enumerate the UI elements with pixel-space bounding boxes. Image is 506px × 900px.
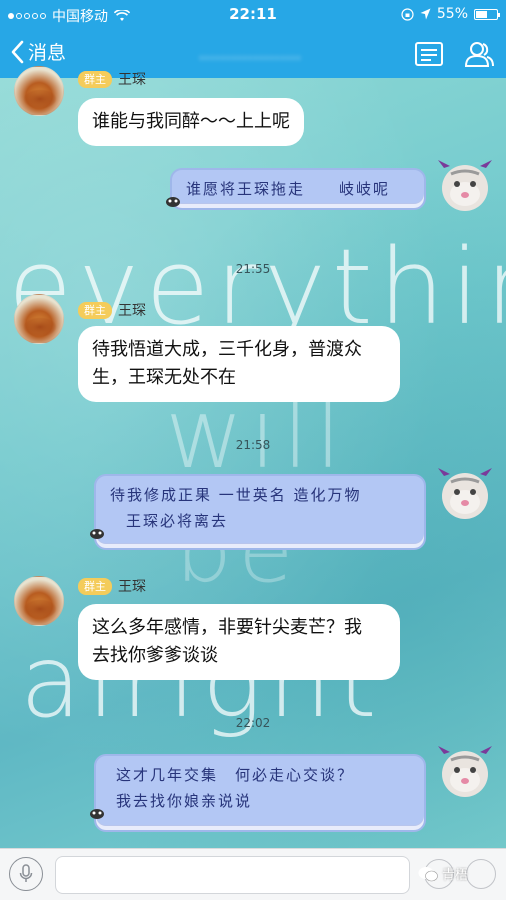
message-list[interactable]: 群主 王琛 谁能与我同醉～～上上呢 谁愿将王琛拖走 岐岐呢 21:55 群主 王… [0, 66, 506, 848]
avatar[interactable] [14, 294, 64, 344]
message-bubble[interactable]: 待我悟道大成，三千化身，普渡众 生，王琛无处不在 [78, 326, 400, 402]
message-text-line: 待我修成正果 一世英名 造化万物 [110, 486, 362, 504]
owner-badge: 群主 [78, 70, 112, 88]
battery-fill [476, 10, 487, 18]
message-text: 谁愿将王琛拖走 岐岐呢 [186, 180, 391, 198]
sender-name: 王琛 [118, 579, 146, 595]
chat-title: ................... [198, 44, 302, 64]
sender-name: 王琛 [118, 72, 146, 88]
message-text-line: 去找你爹爹谈谈 [92, 645, 218, 666]
watermark-text: 青梧 [442, 868, 469, 883]
message-text-line: 待我悟道大成，三千化身，普渡众 [92, 339, 362, 360]
message-text-line: 我去找你娘亲说说 [116, 792, 253, 810]
back-button[interactable]: 消息 [10, 38, 66, 65]
bubble-decoration-icon [90, 529, 104, 539]
avatar[interactable] [14, 66, 64, 116]
voice-button[interactable] [9, 857, 43, 891]
nav-bar: 消息 ................... [0, 30, 506, 78]
cat-avatar[interactable] [436, 746, 494, 798]
wechat-icon [418, 866, 438, 881]
message-bubble[interactable]: 这才几年交集 何必走心交谈？ 我去找你娘亲说说 [94, 754, 426, 832]
watermark: 青梧 [418, 864, 468, 883]
message-text-line: 这才几年交集 何必走心交谈？ [116, 766, 355, 784]
battery-icon [474, 8, 500, 20]
timestamp: 21:55 [235, 262, 271, 276]
cat-avatar[interactable] [436, 468, 494, 520]
chevron-left-icon [11, 40, 24, 63]
message-bubble[interactable]: 这么多年感情，非要针尖麦芒？我 去找你爹爹谈谈 [78, 604, 400, 680]
status-right: 55% [401, 6, 500, 22]
avatar[interactable] [14, 576, 64, 626]
back-label: 消息 [28, 42, 67, 64]
bubble-decoration-icon [90, 809, 104, 819]
message-input[interactable] [55, 856, 410, 894]
owner-badge: 群主 [78, 301, 112, 319]
timestamp: 21:58 [235, 438, 271, 452]
more-button[interactable] [466, 859, 496, 889]
message-bubble[interactable]: 待我修成正果 一世英名 造化万物 王琛必将离去 [94, 474, 426, 550]
bubble-decoration-icon [166, 197, 180, 207]
message-bubble[interactable]: 谁能与我同醉～～上上呢 [78, 98, 304, 146]
message-text-line: 这么多年感情，非要针尖麦芒？我 [92, 617, 362, 638]
sender-line: 群主 王琛 [78, 300, 146, 320]
owner-badge: 群主 [78, 577, 112, 595]
group-members-icon[interactable] [463, 39, 495, 69]
message-text: 谁能与我同醉～～上上呢 [92, 111, 290, 132]
cat-avatar[interactable] [436, 160, 494, 212]
sender-name: 王琛 [118, 303, 146, 319]
microphone-icon [19, 864, 33, 882]
group-profile-icon[interactable] [413, 39, 445, 69]
timestamp: 22:02 [235, 716, 271, 730]
message-text-line: 生，王琛无处不在 [92, 367, 236, 388]
message-text-line: 王琛必将离去 [126, 512, 229, 530]
orientation-lock-icon [401, 7, 414, 21]
status-bar: 中国移动 22:11 55% [0, 0, 506, 30]
battery-percent: 55% [436, 6, 468, 22]
sender-line: 群主 王琛 [78, 576, 146, 596]
message-bubble[interactable]: 谁愿将王琛拖走 岐岐呢 [170, 168, 426, 210]
sender-line: 群主 王琛 [78, 69, 146, 89]
location-icon [420, 8, 431, 20]
